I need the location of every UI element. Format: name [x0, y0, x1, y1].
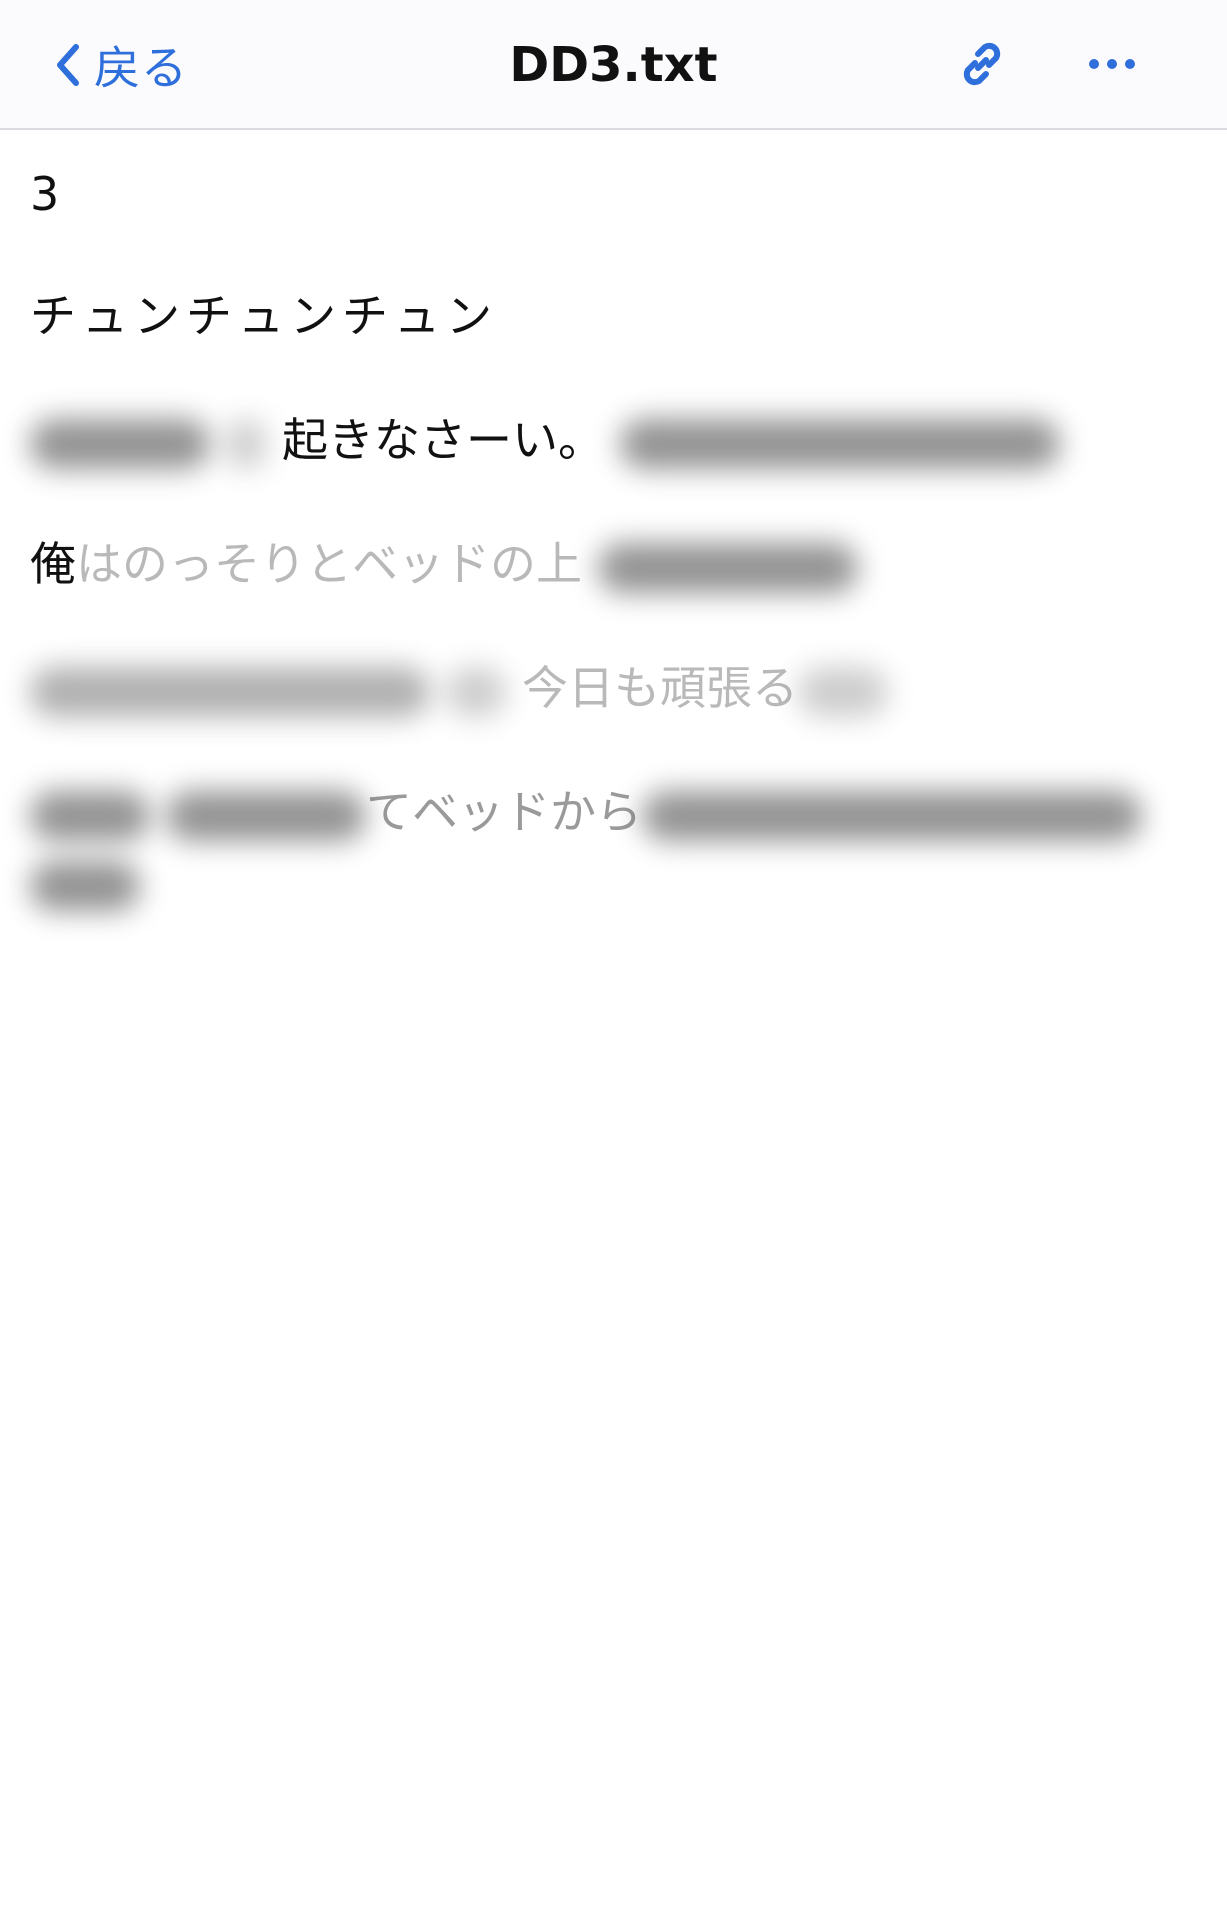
text-line	[30, 852, 1200, 912]
back-button[interactable]: 戻る	[52, 30, 188, 100]
navigation-bar: 戻る DD3.txt	[0, 0, 1227, 130]
more-button[interactable]	[1082, 34, 1142, 94]
text-line: 3	[30, 164, 1200, 224]
text-line: 今日も頑張る	[30, 658, 1200, 718]
visible-text: 起きなさーい。	[282, 413, 604, 467]
redacted-text	[30, 860, 140, 911]
faded-text: てベッドから	[366, 785, 642, 839]
ellipsis-icon	[1089, 59, 1135, 69]
redacted-text	[620, 418, 1060, 469]
document-title: DD3.txt	[509, 37, 718, 93]
faded-text: はのっそりとベッドの上	[76, 537, 582, 591]
redacted-text	[598, 542, 858, 593]
redacted-text	[30, 790, 150, 841]
link-icon	[963, 42, 1001, 86]
chapter-number: 3	[30, 167, 60, 221]
redacted-text	[798, 666, 888, 717]
document-content[interactable]: 3 チュンチュンチュン 起きなさーい。 俺はのっそりとベッドの上 今日も頑張る …	[30, 130, 1200, 912]
redacted-text	[30, 666, 430, 717]
redacted-text	[446, 666, 506, 717]
text-line: チュンチュンチュン	[30, 286, 1200, 346]
text-line: てベッドから	[30, 782, 1200, 842]
redacted-text	[166, 790, 366, 841]
redacted-text	[642, 790, 1142, 841]
sound-effect-text: チュンチュンチュン	[30, 289, 498, 343]
link-button[interactable]	[952, 34, 1012, 94]
redacted-text	[226, 418, 266, 469]
chevron-left-icon	[57, 44, 79, 86]
redacted-text	[30, 418, 210, 469]
visible-text: 俺	[30, 537, 76, 591]
back-label: 戻る	[94, 41, 188, 95]
faded-text: 今日も頑張る	[522, 661, 798, 715]
text-line: 俺はのっそりとベッドの上	[30, 534, 1200, 594]
text-line: 起きなさーい。	[30, 410, 1200, 470]
